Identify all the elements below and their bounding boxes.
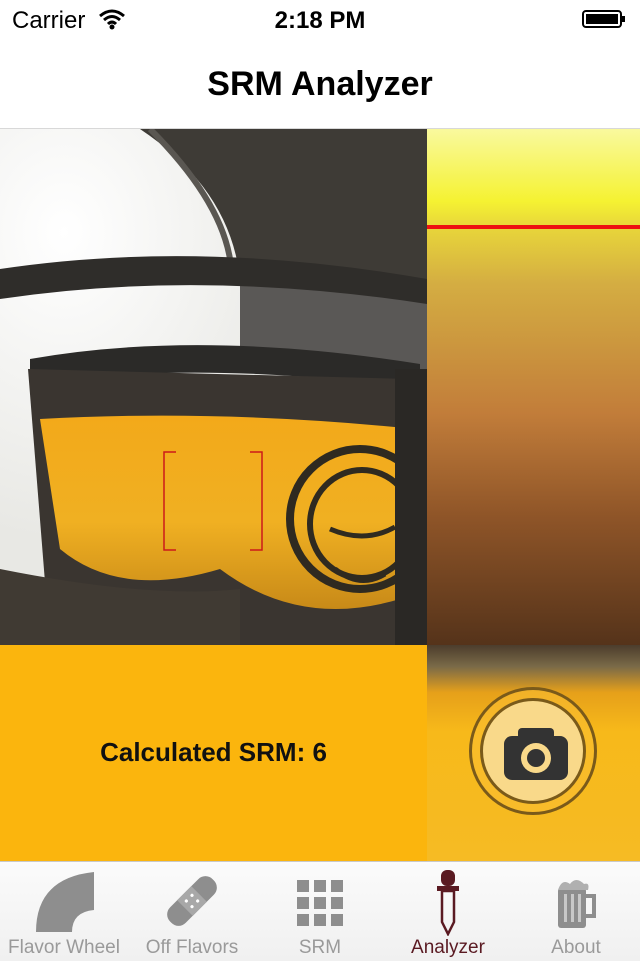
navigation-bar: SRM Analyzer [0, 40, 640, 129]
camera-icon [504, 728, 568, 780]
srm-scale-marker [427, 225, 640, 229]
calculated-srm-label: Calculated SRM: 6 [100, 737, 327, 767]
sample-swatch [427, 645, 640, 861]
tab-label: Analyzer [411, 937, 485, 958]
status-bar: Carrier 2:18 PM [0, 0, 640, 40]
tab-label: Off Flavors [145, 937, 239, 958]
tab-srm[interactable]: SRM [256, 862, 384, 961]
sample-target-brackets[interactable] [162, 451, 264, 551]
tab-bar: Flavor Wheel Off Flavors SRM Analyzer Ab… [0, 861, 640, 961]
result-panel: Calculated SRM: 6 [0, 645, 427, 861]
battery-icon [582, 10, 625, 28]
beer-mug-icon [558, 880, 596, 928]
tab-label: Flavor Wheel [8, 937, 120, 958]
camera-preview[interactable] [0, 129, 427, 645]
tab-analyzer[interactable]: Analyzer [384, 862, 512, 961]
camera-preview-image [0, 129, 427, 645]
dropper-icon [437, 870, 459, 936]
flavor-wheel-icon [36, 872, 94, 932]
page-title: SRM Analyzer [207, 65, 433, 103]
camera-capture-button[interactable] [469, 687, 597, 815]
status-time: 2:18 PM [274, 7, 366, 34]
bandage-icon [167, 876, 217, 926]
srm-color-scale [427, 129, 640, 645]
tab-off-flavors[interactable]: Off Flavors [128, 862, 256, 961]
tab-about[interactable]: About [512, 862, 640, 961]
tab-label: SRM [298, 937, 342, 958]
tab-label: About [551, 937, 601, 958]
tab-flavor-wheel[interactable]: Flavor Wheel [0, 862, 128, 961]
grid-icon [297, 880, 343, 926]
